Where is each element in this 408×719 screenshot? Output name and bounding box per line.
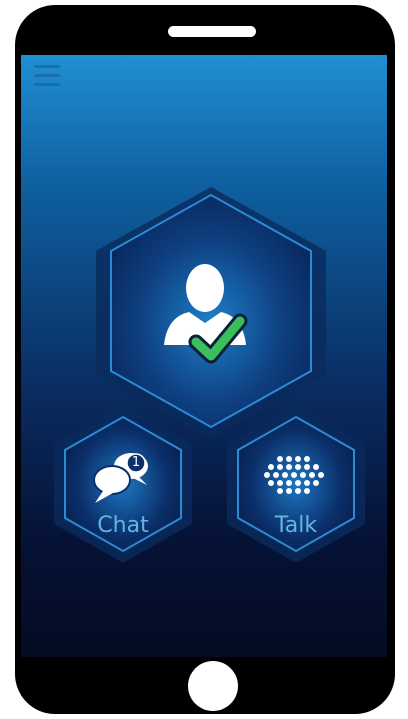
home-button[interactable] xyxy=(188,661,238,711)
app-screen: 1 Chat Talk xyxy=(21,55,387,657)
chat-button[interactable] xyxy=(67,421,179,547)
talk-button[interactable] xyxy=(240,421,352,547)
profile-button[interactable] xyxy=(113,200,309,425)
phone-speaker xyxy=(168,26,256,37)
